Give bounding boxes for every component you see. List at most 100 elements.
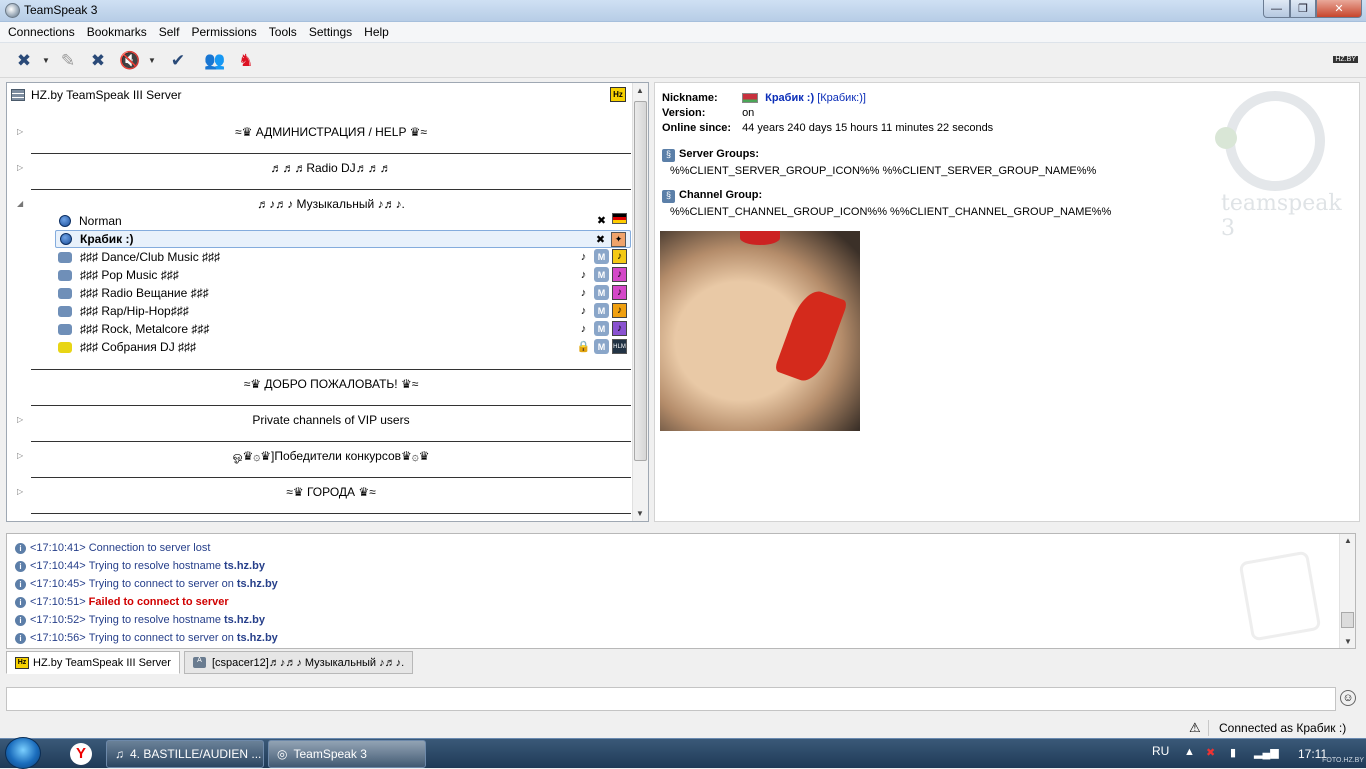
menu-bookmarks[interactable]: Bookmarks	[81, 25, 153, 39]
log-line: i <17:10:41> Connection to server lost	[15, 540, 210, 556]
yandex-browser-icon[interactable]: Y	[70, 743, 92, 765]
info-icon: i	[15, 578, 26, 590]
spacer-channel-winners[interactable]: ஓ♛۞♛]Победители конкурсов♛۞♛	[31, 442, 631, 478]
client-row-norman[interactable]: Norman ✖	[55, 212, 631, 230]
server-log: i <17:10:41> Connection to server lost i…	[6, 533, 1356, 649]
server-name: HZ.by TeamSpeak III Server	[31, 88, 182, 102]
server-row[interactable]: HZ.by TeamSpeak III Server	[11, 87, 182, 103]
tree-scrollbar[interactable]: ▲ ▼	[632, 83, 648, 521]
log-time: <17:10:45>	[30, 578, 86, 590]
start-button[interactable]	[5, 737, 41, 769]
tab-label: [cspacer12]♬♪♬♪ Музыкальный ♪♬♪.	[211, 656, 405, 669]
tray-expand-icon[interactable]: ▲	[1184, 746, 1195, 758]
spacer-channel-admin[interactable]: ≈♛ АДМИНИСТРАЦИЯ / HELP ♛≈	[31, 118, 631, 154]
expand-arrow-icon[interactable]: ▷	[17, 487, 23, 496]
channel-row[interactable]: ♯♯♯ Dance/Club Music ♯♯♯ ♪ M ♪	[55, 248, 631, 266]
maximize-button[interactable]: ❐	[1290, 0, 1316, 18]
scroll-up-arrow-icon[interactable]: ▲	[1344, 536, 1352, 545]
window-title: TeamSpeak 3	[24, 3, 98, 17]
expand-arrow-icon[interactable]: ▷	[17, 415, 23, 424]
client-name: Крабик :)	[80, 232, 134, 246]
minimize-button[interactable]: —	[1263, 0, 1290, 18]
avatar-detail	[773, 285, 849, 387]
client-status-icon	[60, 233, 72, 245]
music-channel-icon: ♪	[612, 249, 627, 264]
chat-input[interactable]	[6, 687, 1336, 711]
client-avatar-image	[660, 231, 860, 431]
connect-dropdown-arrow-icon[interactable]: ▼	[42, 56, 50, 65]
mute-speakers-icon[interactable]: 🔇	[118, 49, 142, 73]
spacer-channel-vip[interactable]: Private channels of VIP users	[31, 406, 631, 442]
hz-site-label: HZ.BY	[1333, 56, 1358, 63]
menu-self[interactable]: Self	[153, 25, 186, 39]
disconnect-icon[interactable]: ✖	[12, 49, 36, 73]
log-host: ts.hz.by	[236, 632, 278, 644]
spacer-channel-radio-dj[interactable]: ♬♬♬Radio DJ♬♬♬	[31, 154, 631, 190]
channel-name: ♯♯♯ Rap/Hip-Hop♯♯♯	[80, 304, 189, 318]
menu-settings[interactable]: Settings	[303, 25, 358, 39]
status-bar: ⚠ Connected as Крабик :)	[0, 717, 1366, 739]
server-groups-icon: §	[662, 149, 675, 162]
contacts-icon[interactable]: 👥	[203, 49, 227, 73]
away-icon[interactable]: ✎	[56, 49, 80, 73]
online-since-label: Online since:	[662, 122, 732, 134]
logo-text: teamspeak 3	[1221, 191, 1342, 241]
menu-help[interactable]: Help	[358, 25, 395, 39]
channel-icon	[58, 287, 72, 299]
channel-tree: HZ.by TeamSpeak III Server Hz ▷ ≈♛ АДМИН…	[6, 82, 649, 522]
channel-row[interactable]: ♯♯♯ Radio Вещание ♯♯♯ ♪ M ♪	[55, 284, 631, 302]
chat-tabs: Hz HZ.by TeamSpeak III Server A [cspacer…	[6, 651, 414, 675]
channel-row[interactable]: ♯♯♯ Rap/Hip-Hop♯♯♯ ♪ M ♪	[55, 302, 631, 320]
version-value: on	[742, 107, 755, 119]
mute-microphone-icon[interactable]: ✖	[86, 49, 110, 73]
scroll-down-arrow-icon[interactable]: ▼	[1344, 637, 1352, 646]
hz-logo-icon[interactable]: ♞	[234, 49, 258, 73]
spacer-channel-music[interactable]: ♬♪♬♪ Музыкальный ♪♬♪.	[31, 190, 631, 211]
scroll-up-arrow-icon[interactable]: ▲	[636, 86, 644, 95]
taskbar-item-player[interactable]: ♫ 4. BASTILLE/AUDIEN ...	[106, 740, 264, 768]
expand-arrow-icon[interactable]: ▷	[17, 451, 23, 460]
network-error-icon[interactable]: ✖	[1206, 746, 1215, 759]
language-indicator[interactable]: RU	[1152, 744, 1169, 758]
tab-channel[interactable]: A [cspacer12]♬♪♬♪ Музыкальный ♪♬♪.	[183, 651, 414, 674]
taskbar-item-teamspeak[interactable]: ◎ TeamSpeak 3	[268, 740, 426, 768]
scroll-thumb[interactable]	[634, 101, 647, 461]
warning-icon[interactable]: ⚠	[1189, 720, 1201, 736]
nickname-link[interactable]: [Крабик:)]	[817, 92, 866, 104]
speakers-dropdown-arrow-icon[interactable]: ▼	[148, 56, 156, 65]
collapse-arrow-icon[interactable]: ◢	[17, 199, 23, 208]
expand-arrow-icon[interactable]: ▷	[17, 163, 23, 172]
scroll-thumb[interactable]	[1341, 612, 1354, 628]
server-badge-icon: Hz	[610, 87, 626, 102]
channel-icon	[58, 323, 72, 335]
log-scrollbar[interactable]: ▲ ▼	[1339, 534, 1355, 648]
menu-permissions[interactable]: Permissions	[185, 25, 262, 39]
player-icon: ♫	[115, 747, 124, 761]
info-icon: i	[15, 614, 26, 626]
smiley-icon[interactable]: ☺	[1340, 690, 1356, 706]
toolbar: ✖ ▼ ✎ ✖ 🔇 ▼ ✔ 👥 ♞ HZ.BY	[0, 44, 1366, 78]
log-host: ts.hz.by	[236, 578, 278, 590]
expand-arrow-icon[interactable]: ▷	[17, 127, 23, 136]
close-button[interactable]: ✕	[1316, 0, 1362, 18]
tab-server[interactable]: Hz HZ.by TeamSpeak III Server	[6, 651, 180, 674]
flag-germany-icon	[612, 213, 627, 224]
channel-name: ♯♯♯ Pop Music ♯♯♯	[80, 268, 179, 282]
channel-row[interactable]: ♯♯♯ Pop Music ♯♯♯ ♪ M ♪	[55, 266, 631, 284]
scroll-down-arrow-icon[interactable]: ▼	[636, 509, 644, 518]
flag-belarus-icon	[742, 93, 759, 104]
client-row-krabik[interactable]: Крабик :) ✖ ✦	[55, 230, 631, 248]
online-since-line: Online since: 44 years 240 days 15 hours…	[662, 122, 993, 134]
log-line: i <17:10:45> Trying to connect to server…	[15, 576, 278, 592]
version-line: Version: on	[662, 107, 754, 119]
menu-connections[interactable]: Connections	[2, 25, 81, 39]
spacer-channel-cities[interactable]: ≈♛ ГОРОДА ♛≈	[31, 478, 631, 514]
battery-icon[interactable]: ▮	[1230, 746, 1236, 759]
signal-icon[interactable]: ▂▄▆	[1254, 746, 1279, 759]
spacer-label: ≈♛ ДОБРО ПОЖАЛОВАТЬ! ♛≈	[243, 377, 419, 391]
menu-tools[interactable]: Tools	[263, 25, 303, 39]
spacer-channel-welcome[interactable]: ≈♛ ДОБРО ПОЖАЛОВАТЬ! ♛≈	[31, 370, 631, 406]
music-codec-icon: ♪	[580, 250, 587, 263]
subscribe-icon[interactable]: ✔	[166, 49, 190, 73]
info-icon: i	[15, 542, 26, 554]
